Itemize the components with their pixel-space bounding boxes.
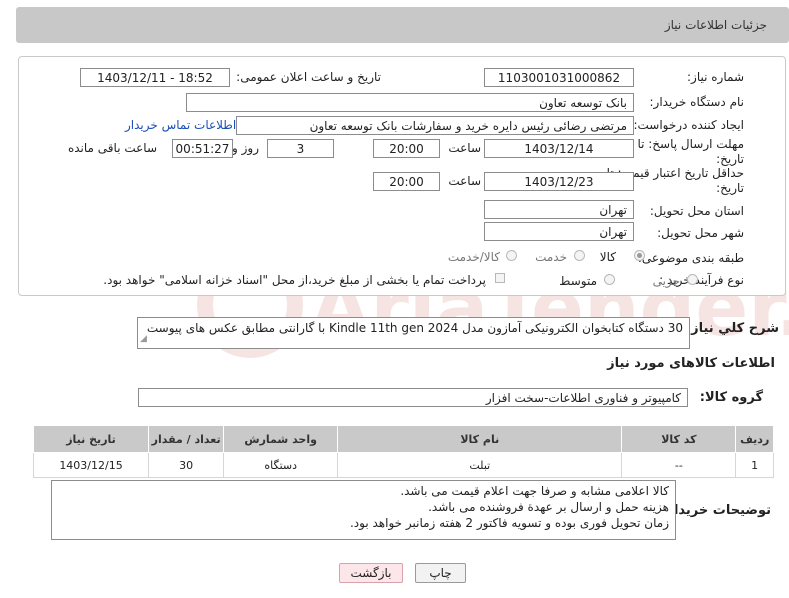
need-number-label: شماره نیاز: — [687, 70, 744, 84]
goods-group-field: کامپیوتر و فناوری اطلاعات-سخت افزار — [138, 388, 688, 407]
reply-deadline-date-field: 1403/12/14 — [484, 139, 634, 158]
price-validity-label-2: تاریخ: — [716, 181, 744, 195]
category-radio-service[interactable] — [574, 250, 585, 261]
cell-quantity: 30 — [148, 452, 225, 478]
category-label: طبقه بندی موضوعی: — [637, 251, 744, 265]
price-validity-time-field: 20:00 — [373, 172, 440, 191]
description-label: شرح کلي نياز: — [685, 321, 779, 336]
purchase-type-option-minor: جزیی — [652, 274, 680, 288]
buyer-note-line: هزینه حمل و ارسال بر عهدة فروشنده می باش… — [428, 500, 669, 514]
requester-label: ایجاد کننده درخواست: — [633, 118, 744, 132]
description-text: 30 دستگاه کتابخوان الکترونیکی آمازون مدل… — [146, 321, 683, 335]
remaining-days-label: روز و — [232, 141, 259, 155]
announce-datetime-field: 1403/12/11 - 18:52 — [80, 68, 230, 87]
purchase-type-radio-minor[interactable] — [687, 274, 698, 285]
remaining-days-field: 3 — [267, 139, 334, 158]
description-textarea: 30 دستگاه کتابخوان الکترونیکی آمازون مدل… — [137, 317, 690, 349]
reply-deadline-label: مهلت ارسال پاسخ: تا — [637, 137, 744, 151]
delivery-city-label: شهر محل تحویل: — [657, 226, 744, 240]
col-item-code: کد کالا — [621, 425, 737, 453]
back-button[interactable]: بازگشت — [339, 563, 403, 583]
col-row-number: ردیف — [735, 425, 774, 453]
buyer-notes-textarea: کالا اعلامی مشابه و صرفا جهت اعلام قیمت … — [51, 480, 676, 540]
price-validity-time-label: ساعت — [448, 174, 481, 188]
price-validity-date-field: 1403/12/23 — [484, 172, 634, 191]
category-option-service: خدمت — [535, 250, 567, 264]
remaining-time-field: 00:51:27 — [172, 139, 233, 158]
reply-deadline-label-2: تاریخ: — [716, 152, 744, 166]
delivery-province-field: تهران — [484, 200, 634, 219]
need-number-field: 1103001031000862 — [484, 68, 634, 87]
cell-item-code: -- — [621, 452, 737, 478]
delivery-province-label: استان محل تحویل: — [649, 204, 744, 218]
cell-row-number: 1 — [735, 452, 774, 478]
buyer-org-label: نام دستگاه خریدار: — [649, 95, 745, 109]
buyer-org-field: بانک توسعه تعاون — [186, 93, 634, 112]
buyer-note-line: کالا اعلامی مشابه و صرفا جهت اعلام قیمت … — [400, 484, 669, 498]
cell-need-date: 1403/12/15 — [32, 452, 150, 478]
category-option-goods-service: کالا/خدمت — [447, 250, 500, 264]
page-header: جزئیات اطلاعات نیاز — [16, 7, 789, 43]
purchase-type-radio-medium[interactable] — [604, 274, 615, 285]
buyer-contact-link[interactable]: اطلاعات تماس خریدار — [125, 118, 236, 132]
col-quantity: تعداد / مقدار — [148, 425, 225, 453]
category-radio-goods[interactable] — [634, 250, 645, 261]
col-need-date: تاریخ نیاز — [32, 425, 150, 453]
reply-deadline-time-label: ساعت — [448, 141, 481, 155]
purchase-type-option-medium: متوسط — [559, 274, 597, 288]
buyer-note-line: زمان تحویل فوری بوده و تسویه فاکتور 2 هف… — [349, 516, 669, 530]
table-row: 1403/12/15 30 دستگاه تبلت -- 1 — [32, 452, 774, 478]
requester-field: مرتضی رضائی رئیس دایره خرید و سفارشات با… — [236, 116, 634, 135]
col-item-name: نام کالا — [337, 425, 623, 453]
cell-item-name: تبلت — [337, 452, 623, 478]
delivery-city-field: تهران — [484, 222, 634, 241]
goods-table: تاریخ نیاز تعداد / مقدار واحد شمارش نام … — [32, 425, 774, 478]
goods-info-title: اطلاعات کالاهای مورد نیاز — [607, 356, 775, 371]
remaining-time-label: ساعت باقی مانده — [67, 141, 157, 155]
print-button[interactable]: چاپ — [415, 563, 466, 583]
goods-group-label: گروه کالا: — [699, 390, 763, 405]
treasury-payment-checkbox[interactable] — [495, 273, 505, 283]
resize-handle-icon[interactable]: ◢ — [140, 331, 147, 347]
category-option-goods: کالا — [599, 250, 616, 264]
page-title: جزئیات اطلاعات نیاز — [664, 18, 767, 32]
col-unit: واحد شمارش — [223, 425, 339, 453]
treasury-payment-note: پرداخت تمام یا بخشی از مبلغ خرید،از محل … — [103, 273, 486, 287]
goods-table-header: تاریخ نیاز تعداد / مقدار واحد شمارش نام … — [32, 425, 774, 453]
buyer-notes-label: توضیحات خریدار: — [661, 503, 771, 518]
cell-unit: دستگاه — [223, 452, 339, 478]
reply-deadline-time-field: 20:00 — [373, 139, 440, 158]
category-radio-goods-service[interactable] — [506, 250, 517, 261]
announce-datetime-label: تاریخ و ساعت اعلان عمومی: — [236, 70, 381, 84]
